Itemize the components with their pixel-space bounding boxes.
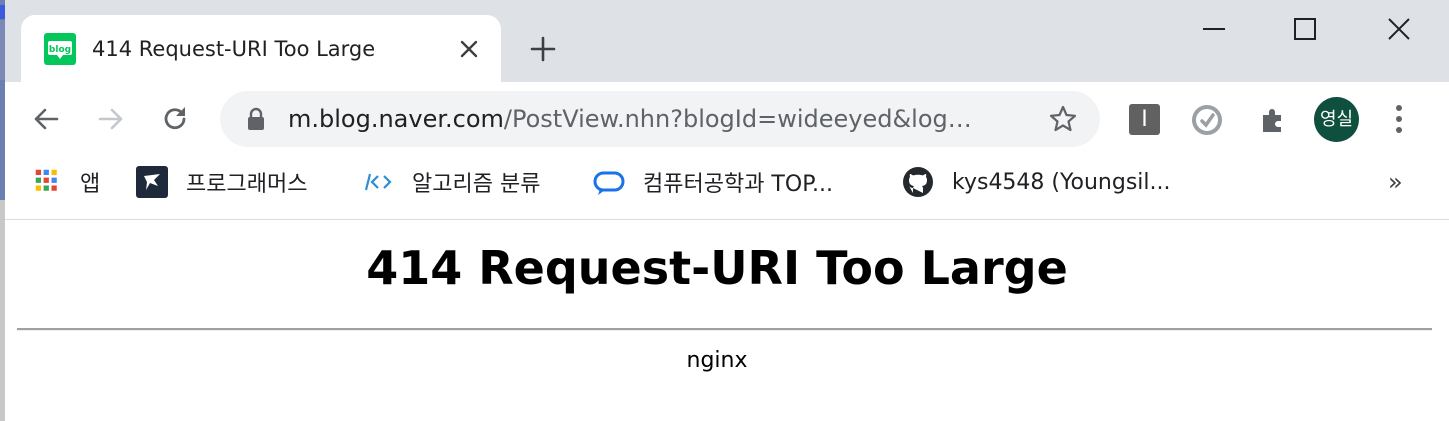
back-arrow-icon[interactable] xyxy=(31,104,61,134)
url-text[interactable]: m.blog.naver.com/PostView.nhn?blogId=wid… xyxy=(288,91,972,147)
close-tab-icon[interactable] xyxy=(457,37,481,61)
bookmark-programmers[interactable]: 프로그래머스 xyxy=(136,154,307,210)
new-tab-icon[interactable] xyxy=(529,35,557,63)
code-brackets-icon xyxy=(364,173,392,191)
github-icon xyxy=(903,167,933,197)
bookmark-apps[interactable]: 앱 xyxy=(34,154,100,210)
url-host: m.blog.naver.com xyxy=(288,105,504,133)
horizontal-rule xyxy=(17,328,1432,331)
page-content: 414 Request-URI Too Large nginx xyxy=(5,220,1449,421)
bookmark-label: kys4548 (Youngsil... xyxy=(952,169,1171,195)
extension-link-icon[interactable] xyxy=(1191,104,1223,136)
bookmark-label: 알고리즘 분류 xyxy=(412,172,541,197)
reload-icon[interactable] xyxy=(159,103,191,135)
forward-arrow-icon[interactable] xyxy=(96,104,126,134)
chat-bubble-icon xyxy=(593,171,625,195)
lock-icon[interactable] xyxy=(244,106,268,132)
url-path: /PostView.nhn?blogId=wideeyed&log… xyxy=(503,105,972,133)
address-bar[interactable]: m.blog.naver.com/PostView.nhn?blogId=wid… xyxy=(220,91,1100,147)
minimize-icon[interactable] xyxy=(1201,16,1227,42)
bookmark-star-icon[interactable] xyxy=(1048,104,1078,134)
window-close-icon[interactable] xyxy=(1385,15,1413,43)
bookmark-label: 프로그래머스 xyxy=(186,172,308,197)
kebab-menu-icon[interactable] xyxy=(1387,102,1411,136)
bookmark-cs-top[interactable]: 컴퓨터공학과 TOP... xyxy=(593,154,833,210)
bookmarks-bar: 앱 프로그래머스 알고리즘 분류 컴퓨터공학과 TOP... kys4548 (… xyxy=(5,154,1449,210)
tab-strip: blog 414 Request-URI Too Large xyxy=(5,0,1449,82)
tab-title: 414 Request-URI Too Large xyxy=(92,37,376,61)
programmers-icon xyxy=(136,166,168,198)
active-tab[interactable]: blog 414 Request-URI Too Large xyxy=(21,15,501,82)
bookmark-algorithm[interactable]: 알고리즘 분류 xyxy=(360,154,540,210)
favicon-text: blog xyxy=(49,45,71,55)
naver-blog-favicon-icon: blog xyxy=(44,33,76,65)
bookmark-label: 앱 xyxy=(80,172,101,197)
extensions-puzzle-icon[interactable] xyxy=(1257,104,1289,136)
toolbar: m.blog.naver.com/PostView.nhn?blogId=wid… xyxy=(5,82,1449,154)
bookmark-label: 컴퓨터공학과 TOP... xyxy=(643,172,834,197)
extension-i-icon[interactable]: I xyxy=(1129,104,1160,135)
bookmark-github[interactable]: kys4548 (Youngsil... xyxy=(902,154,1171,210)
maximize-icon[interactable] xyxy=(1292,16,1318,42)
server-signature: nginx xyxy=(686,348,748,373)
browser-window: blog 414 Request-URI Too Large m.blog.na… xyxy=(5,0,1449,421)
profile-avatar[interactable]: 영실 xyxy=(1314,97,1359,142)
bookmarks-overflow-icon[interactable]: » xyxy=(1388,168,1403,196)
page-title: 414 Request-URI Too Large xyxy=(366,241,1068,295)
apps-grid-icon xyxy=(35,169,57,191)
